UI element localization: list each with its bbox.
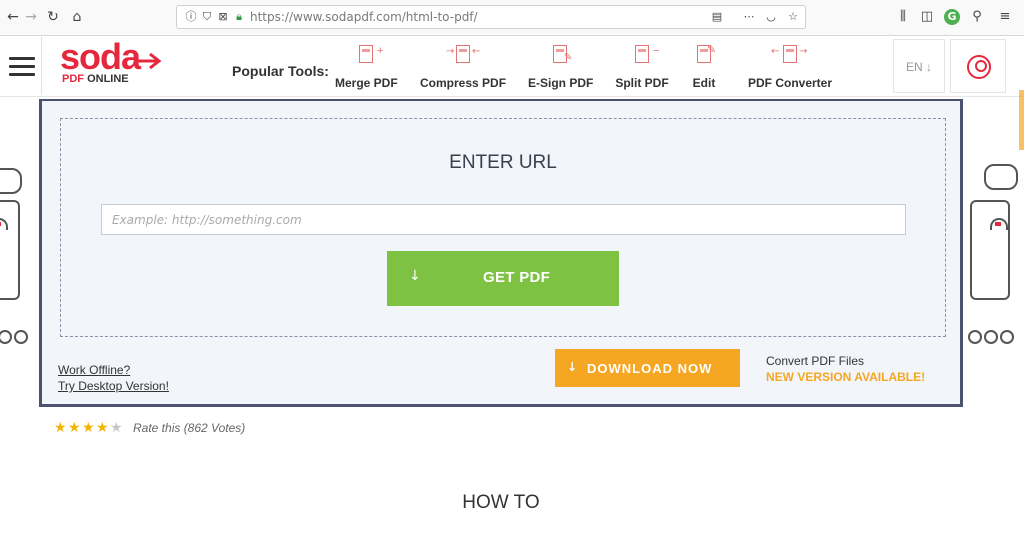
logo-subtitle: PDF ONLINE (62, 73, 129, 85)
compress-pdf-icon: → ← (446, 43, 480, 67)
reload-icon[interactable]: ↻ (42, 6, 64, 28)
logo-arrow-icon (134, 53, 162, 69)
extension-icon[interactable]: ⚲ (968, 8, 986, 26)
permissions-icon[interactable]: ⊠ (215, 9, 231, 25)
sidebar-icon[interactable]: ◫ (918, 8, 936, 26)
robot-illustration-left (0, 160, 28, 350)
work-offline-link[interactable]: Work Offline? (58, 363, 130, 377)
converter-panel: ENTER URL ↓ GET PDF Work Offline? Try De… (39, 99, 963, 407)
tool-label: E-Sign PDF (528, 76, 594, 90)
star-icon[interactable]: ★ (54, 421, 67, 435)
rating-text: Rate this (862 Votes) (133, 421, 246, 435)
shield-icon[interactable]: ⛉ (199, 9, 215, 25)
popular-tools-label: Popular Tools: (232, 63, 329, 79)
tool-label: Split PDF (615, 76, 669, 90)
reader-view-icon[interactable]: ▤ (709, 9, 725, 25)
tool-edit[interactable]: ✎ Edit (689, 43, 719, 93)
url-input[interactable] (101, 204, 906, 235)
esign-pdf-icon: ✎ (545, 43, 575, 67)
robot-illustration-right (966, 160, 1018, 350)
star-icon[interactable]: ★ (110, 421, 123, 435)
info-icon[interactable]: ⓘ (183, 9, 199, 25)
download-now-button[interactable]: ↓ DOWNLOAD NOW (555, 349, 740, 387)
forward-icon[interactable]: → (20, 6, 42, 28)
get-pdf-button[interactable]: ↓ GET PDF (387, 251, 619, 306)
grammarly-extension-icon[interactable]: G (944, 9, 960, 25)
new-version-text: NEW VERSION AVAILABLE! (766, 370, 926, 384)
try-desktop-link[interactable]: Try Desktop Version! (58, 379, 169, 393)
tool-label: PDF Converter (748, 76, 833, 90)
bookmark-star-icon[interactable]: ☆ (785, 9, 801, 25)
soda-pdf-logo[interactable]: soda PDF ONLINE (60, 36, 170, 91)
tool-esign-pdf[interactable]: ✎ E-Sign PDF (528, 43, 594, 93)
language-selector[interactable]: EN ↓ (893, 39, 945, 93)
tool-label: Merge PDF (335, 76, 398, 90)
tool-label: Edit (692, 76, 716, 90)
browser-toolbar: ← → ↻ ⌂ ⓘ ⛉ ⊠ 🔒︎ https://www.sodapdf.com… (0, 0, 1024, 36)
download-arrow-icon: ↓ (409, 268, 421, 284)
get-pdf-label: GET PDF (483, 269, 551, 286)
menu-icon[interactable]: ≡ (996, 8, 1014, 26)
tool-compress-pdf[interactable]: → ← Compress PDF (420, 43, 506, 93)
pdf-converter-icon: ← → (771, 43, 807, 67)
convert-files-text: Convert PDF Files (766, 354, 865, 368)
tool-merge-pdf[interactable]: + Merge PDF (335, 43, 398, 93)
url-dropzone: ENTER URL ↓ GET PDF (60, 118, 946, 337)
edit-pdf-icon: ✎ (689, 43, 719, 67)
split-pdf-icon: − (627, 43, 659, 67)
url-text[interactable]: https://www.sodapdf.com/html-to-pdf/ (250, 10, 478, 24)
library-icon[interactable]: ⫼ (894, 8, 912, 26)
tool-pdf-converter[interactable]: ← → PDF Converter (748, 43, 832, 93)
address-bar[interactable]: ⓘ ⛉ ⊠ 🔒︎ https://www.sodapdf.com/html-to… (176, 5, 806, 29)
site-header: soda PDF ONLINE Popular Tools: + Merge P… (0, 36, 1024, 97)
merge-pdf-icon: + (351, 43, 383, 67)
star-icon[interactable]: ★ (96, 421, 109, 435)
tool-label: Compress PDF (420, 76, 507, 90)
home-icon[interactable]: ⌂ (66, 6, 88, 28)
hamburger-menu-icon[interactable] (0, 37, 42, 95)
user-icon (967, 55, 991, 79)
star-icon[interactable]: ★ (82, 421, 95, 435)
lock-icon: 🔒︎ (236, 10, 242, 23)
star-icon[interactable]: ★ (68, 421, 81, 435)
download-arrow-icon: ↓ (567, 360, 579, 374)
url-path: /html-to-pdf/ (401, 10, 478, 24)
tool-split-pdf[interactable]: − Split PDF (614, 43, 670, 93)
logo-wordmark: soda (60, 36, 141, 77)
account-button[interactable] (950, 39, 1006, 93)
pocket-icon[interactable]: ◡ (763, 9, 779, 25)
enter-url-heading: ENTER URL (449, 152, 557, 173)
how-to-heading: HOW TO (462, 492, 540, 513)
more-actions-icon[interactable]: ⋯ (741, 9, 757, 25)
download-now-label: DOWNLOAD NOW (587, 361, 713, 376)
url-domain: https://www.sodapdf.com (250, 10, 402, 24)
scrollbar-thumb[interactable] (1019, 90, 1024, 150)
